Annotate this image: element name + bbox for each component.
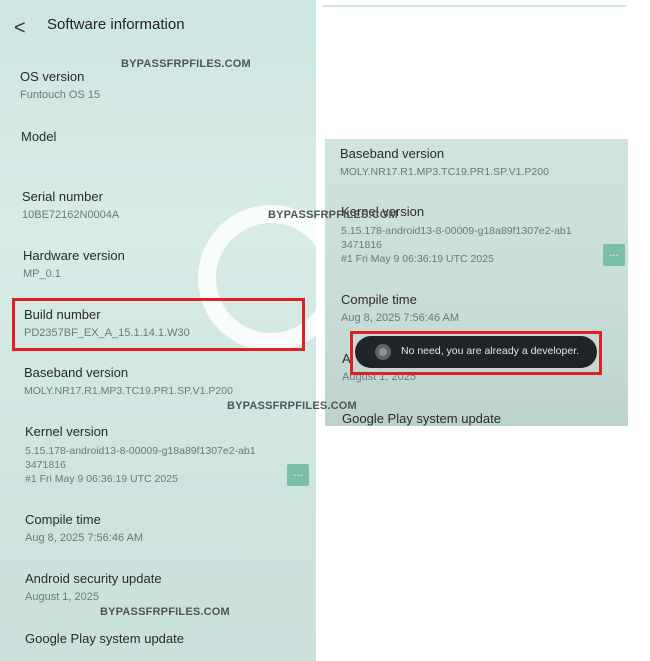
watermark: BYPASSFRPFILES.COM [121,58,251,70]
more-options-button[interactable]: ... [287,464,309,486]
watermark: BYPASSFRPFILES.COM [268,209,398,221]
right-google-play-system-update-item[interactable]: Google Play system update [342,411,501,426]
watermark: BYPASSFRPFILES.COM [227,400,357,412]
kernel-version-item[interactable]: Kernel version 5.15.178-android13-8-0000… [25,424,256,486]
toast-highlight [350,331,602,375]
back-arrow-icon[interactable]: < [14,14,36,42]
os-version-item[interactable]: OS version Funtouch OS 15 [20,69,100,102]
header: < Software information [0,0,316,56]
baseband-version-item[interactable]: Baseband version MOLY.NR17.R1.MP3.TC19.P… [24,365,233,398]
right-more-options-button[interactable]: ... [603,244,625,266]
android-security-update-item[interactable]: Android security update August 1, 2025 [25,571,162,604]
model-item[interactable]: Model [21,129,56,144]
right-baseband-version-item[interactable]: Baseband version MOLY.NR17.R1.MP3.TC19.P… [340,146,549,179]
compile-time-item[interactable]: Compile time Aug 8, 2025 7:56:46 AM [25,512,143,545]
watermark: BYPASSFRPFILES.COM [100,606,230,618]
serial-number-item[interactable]: Serial number 10BE72162N0004A [22,189,119,222]
build-number-highlight [12,298,305,351]
hardware-version-item[interactable]: Hardware version MP_0.1 [23,248,125,281]
right-compile-time-item[interactable]: Compile time Aug 8, 2025 7:56:46 AM [341,292,459,325]
top-strip [323,5,626,7]
google-play-system-update-item[interactable]: Google Play system update [25,631,184,646]
page-title: Software information [47,16,185,33]
software-info-screen-right: Baseband version MOLY.NR17.R1.MP3.TC19.P… [325,139,628,426]
